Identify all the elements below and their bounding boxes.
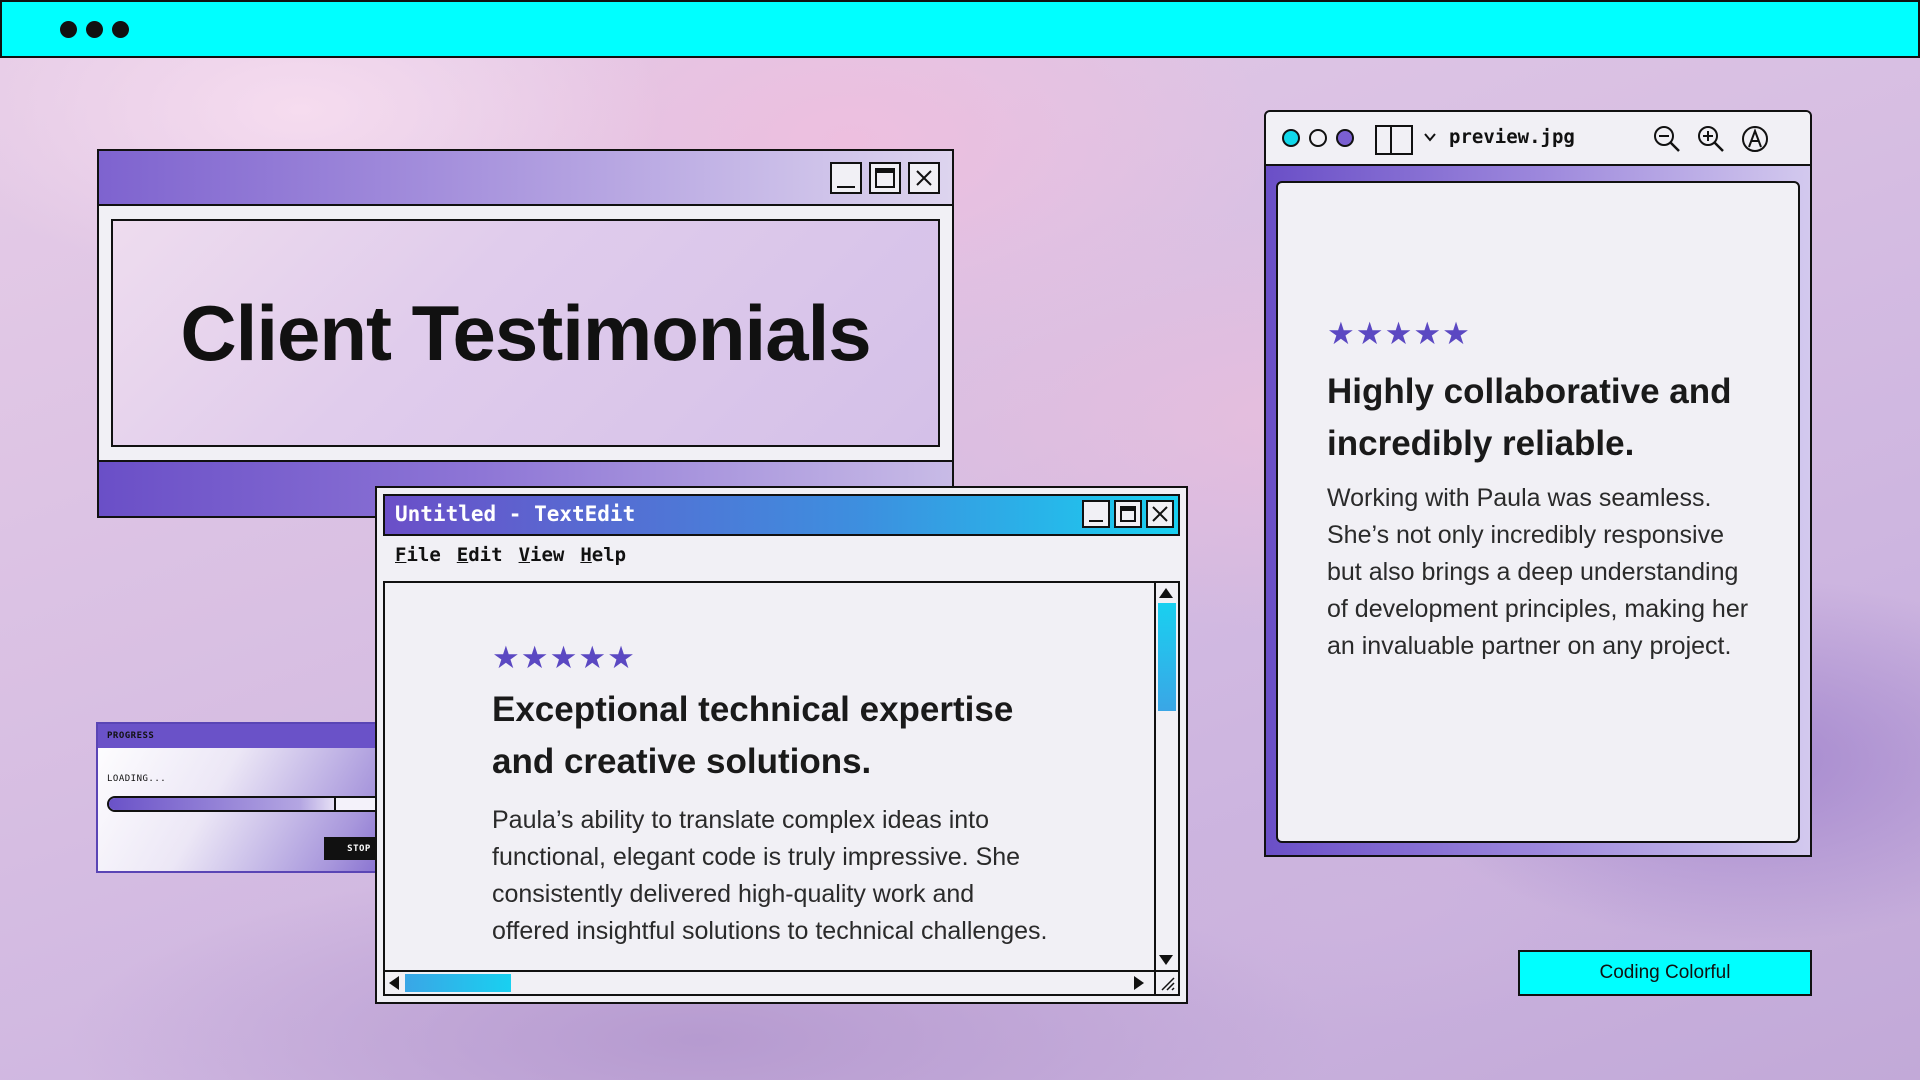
textedit-window: Untitled - TextEdit File Edit View Help … xyxy=(375,486,1188,1004)
brand-tag: Coding Colorful xyxy=(1518,950,1812,996)
menu-view[interactable]: View xyxy=(519,544,565,566)
preview-toolbar[interactable]: preview.jpg xyxy=(1266,112,1810,166)
maximize-button[interactable] xyxy=(869,162,901,194)
horizontal-scroll-thumb[interactable] xyxy=(405,974,511,992)
progress-titlebar[interactable]: PROGRESS xyxy=(98,724,404,748)
testimonial-card: ★★★★★ Exceptional technical expertise an… xyxy=(492,643,1052,950)
scroll-left-icon[interactable] xyxy=(389,976,399,990)
annotate-icon[interactable] xyxy=(1740,124,1770,154)
zoom-in-icon[interactable] xyxy=(1696,124,1726,154)
textedit-title: Untitled - TextEdit xyxy=(395,502,636,526)
window-controls xyxy=(830,162,940,194)
testimonial-body: Paula’s ability to translate complex ide… xyxy=(492,806,1048,945)
page-title: Client Testimonials xyxy=(180,288,871,377)
maximize-button[interactable] xyxy=(1114,500,1142,528)
window-dots xyxy=(60,21,129,38)
sidebar-toggle-icon[interactable] xyxy=(1374,124,1414,156)
traffic-light-minimize[interactable] xyxy=(1309,129,1327,147)
scroll-right-icon[interactable] xyxy=(1134,976,1144,990)
star-rating: ★★★★★ xyxy=(1327,316,1471,352)
progress-dialog: PROGRESS LOADING... STOP xyxy=(96,722,406,873)
close-button[interactable] xyxy=(908,162,940,194)
minimize-button[interactable] xyxy=(830,162,862,194)
vertical-scroll-thumb[interactable] xyxy=(1158,603,1176,711)
traffic-lights xyxy=(1282,129,1354,147)
document-area[interactable]: ★★★★★ Exceptional technical expertise an… xyxy=(383,581,1180,996)
preview-tools xyxy=(1652,124,1770,154)
close-button[interactable] xyxy=(1146,500,1174,528)
star-rating: ★★★★★ xyxy=(492,640,636,676)
scroll-down-icon[interactable] xyxy=(1159,955,1173,965)
horizontal-scrollbar[interactable] xyxy=(385,970,1178,994)
close-icon xyxy=(1152,506,1168,522)
scroll-up-icon[interactable] xyxy=(1159,588,1173,598)
testimonial-card: ★★★★★ Highly collaborative and incredibl… xyxy=(1327,319,1757,665)
progress-title: PROGRESS xyxy=(107,731,155,741)
resize-grip[interactable] xyxy=(1154,972,1178,994)
testimonial-body: Working with Paula was seamless. She’s n… xyxy=(1327,484,1749,660)
vertical-scrollbar[interactable] xyxy=(1154,583,1178,970)
menu-help[interactable]: Help xyxy=(580,544,626,566)
resize-grip-icon xyxy=(1161,977,1175,991)
progress-bar xyxy=(107,796,395,812)
file-name: preview.jpg xyxy=(1449,126,1575,148)
traffic-light-zoom[interactable] xyxy=(1336,129,1354,147)
dot-1[interactable] xyxy=(60,21,77,38)
close-icon xyxy=(916,170,932,186)
top-bar xyxy=(0,0,1920,58)
dot-2[interactable] xyxy=(86,21,103,38)
preview-panel: ★★★★★ Highly collaborative and incredibl… xyxy=(1276,181,1800,843)
progress-status: LOADING... xyxy=(107,774,167,784)
progress-bar-fill xyxy=(109,798,337,810)
menu-edit[interactable]: Edit xyxy=(457,544,503,566)
title-frame: Client Testimonials xyxy=(111,219,940,447)
minimize-button[interactable] xyxy=(1082,500,1110,528)
menu-file[interactable]: File xyxy=(395,544,441,566)
window-controls xyxy=(1082,500,1174,528)
chevron-down-icon[interactable] xyxy=(1423,130,1437,144)
title-window: Client Testimonials xyxy=(97,149,954,518)
textedit-titlebar[interactable]: Untitled - TextEdit xyxy=(383,494,1180,536)
title-window-body: Client Testimonials xyxy=(99,206,952,462)
traffic-light-close[interactable] xyxy=(1282,129,1300,147)
testimonial-headline: Highly collaborative and incredibly reli… xyxy=(1327,372,1732,463)
preview-window: preview.jpg ★★★★★ Highly collaborative a… xyxy=(1264,110,1812,857)
testimonial-headline: Exceptional technical expertise and crea… xyxy=(492,690,1014,781)
zoom-out-icon[interactable] xyxy=(1652,124,1682,154)
title-window-titlebar[interactable] xyxy=(99,151,952,206)
menu-bar: File Edit View Help xyxy=(395,544,626,566)
dot-3[interactable] xyxy=(112,21,129,38)
